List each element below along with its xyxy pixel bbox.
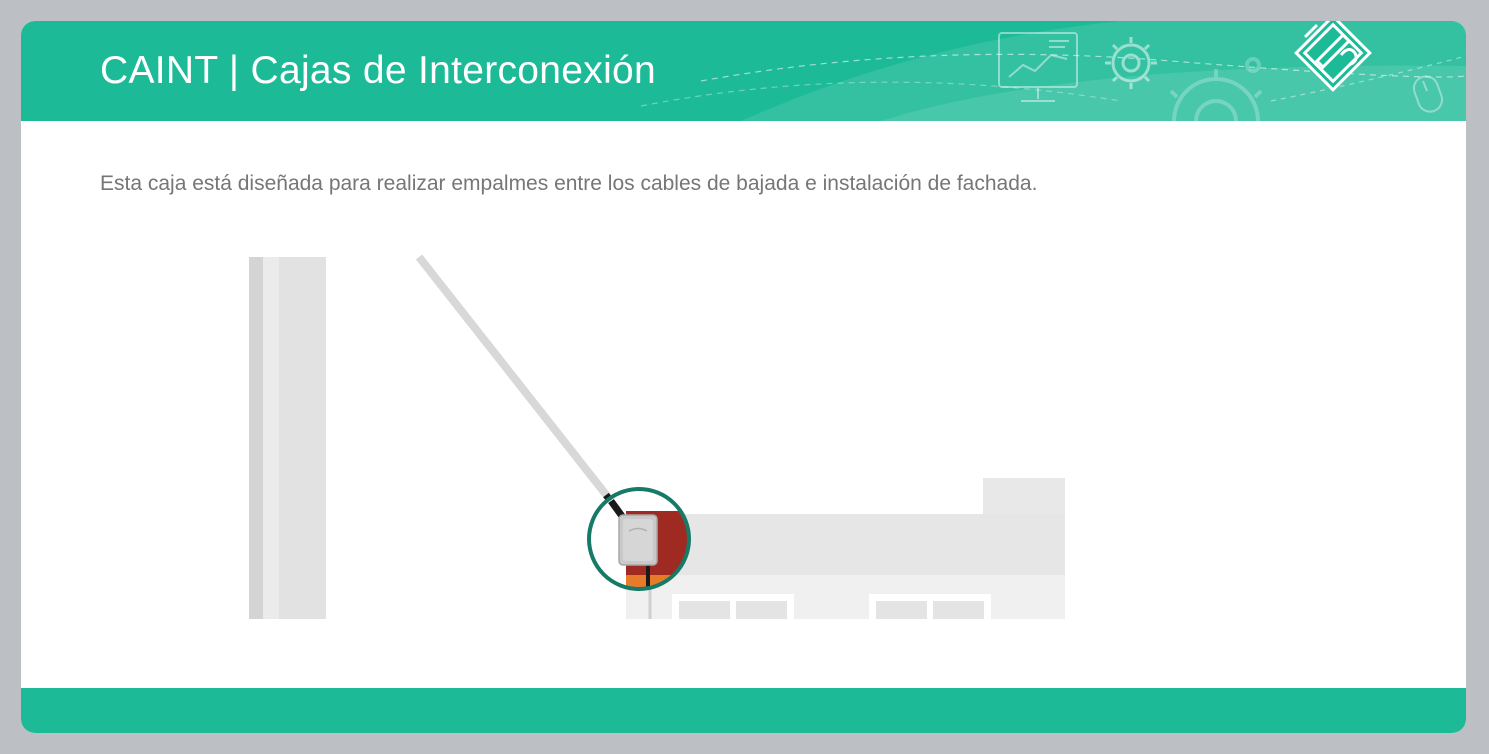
footer-bar [21,688,1466,733]
facade-illustration [249,254,1065,619]
interconnection-box [618,514,658,566]
drop-cable [415,254,615,504]
utility-pole [249,257,326,619]
building [626,478,1065,619]
slide: CAINT | Cajas de Interconexión Esta caja… [21,21,1466,733]
